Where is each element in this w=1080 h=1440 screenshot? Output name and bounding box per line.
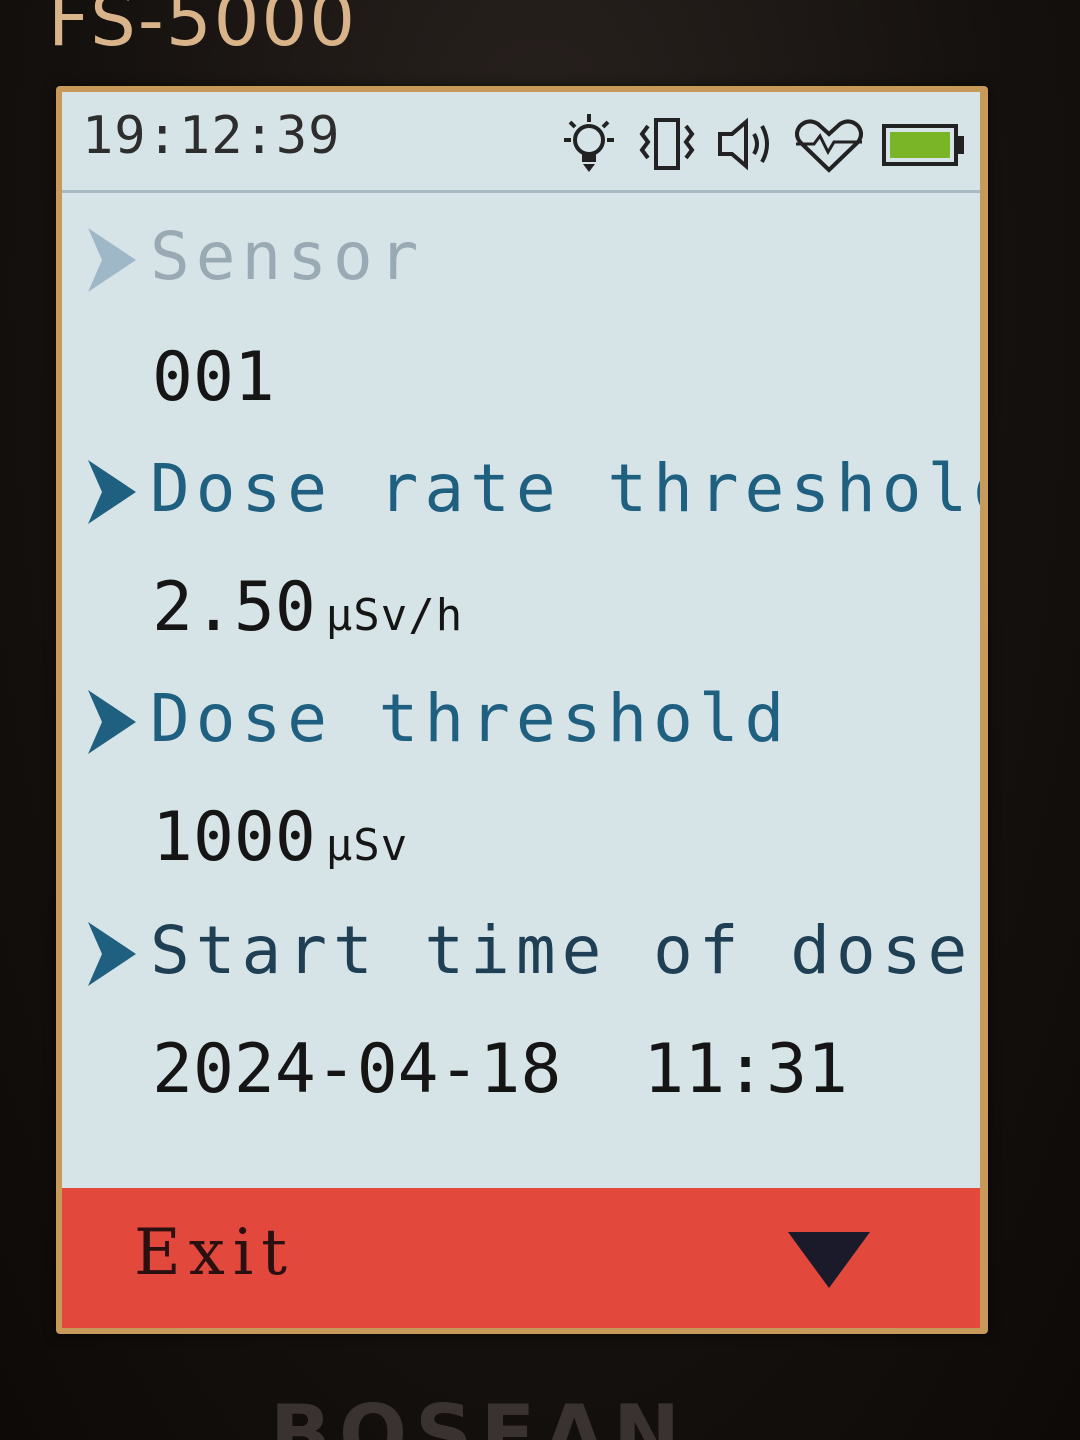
setting-value: 2.50 µSv/h <box>152 568 464 647</box>
lcd-screen: 19:12:39 Sensor 001 Dose rate threshold … <box>62 92 980 1328</box>
setting-value: 2024-04-18 11:31 <box>152 1030 848 1109</box>
setting-unit: µSv/h <box>325 590 464 641</box>
setting-label: Sensor <box>150 218 425 295</box>
device-body: FS-5000 19:12:39 Sensor 001 Dose rate th… <box>0 0 1080 1440</box>
setting-dose-threshold-header[interactable]: Dose threshold <box>62 664 980 764</box>
setting-unit: µSv <box>325 820 409 871</box>
setting-label: Start time of dose <box>150 912 974 989</box>
status-bar: 19:12:39 <box>62 92 980 193</box>
down-arrow-icon[interactable] <box>786 1230 872 1290</box>
setting-start-time-header[interactable]: Start time of dose <box>62 896 980 996</box>
model-label: FS-5000 <box>48 0 358 62</box>
setting-start-time-value: 2024-04-18 11:31 <box>62 1012 980 1112</box>
setting-dose-rate-threshold-value: 2.50 µSv/h <box>62 550 980 650</box>
vibration-icon <box>636 112 698 176</box>
speaker-icon <box>714 112 776 176</box>
setting-label: Dose rate threshold <box>150 450 980 527</box>
softkey-bar: Exit <box>62 1188 980 1328</box>
chevron-right-icon <box>88 460 136 524</box>
exit-softkey[interactable]: Exit <box>134 1216 295 1290</box>
chevron-right-icon <box>88 690 136 754</box>
battery-icon <box>882 112 966 176</box>
status-icons <box>558 112 966 176</box>
clock: 19:12:39 <box>82 106 341 166</box>
setting-sensor-header[interactable]: Sensor <box>62 202 980 302</box>
setting-dose-threshold-value: 1000 µSv <box>62 780 980 880</box>
chevron-right-icon <box>88 228 136 292</box>
setting-dose-rate-threshold-header[interactable]: Dose rate threshold <box>62 434 980 534</box>
setting-value: 001 <box>152 338 275 417</box>
chevron-right-icon <box>88 922 136 986</box>
light-bulb-icon <box>558 112 620 176</box>
setting-value: 1000 µSv <box>152 798 409 877</box>
brand-label: BOSEAN <box>270 1388 689 1440</box>
setting-sensor-value: 001 <box>62 320 980 420</box>
heartbeat-icon <box>792 112 866 176</box>
setting-label: Dose threshold <box>150 680 791 757</box>
